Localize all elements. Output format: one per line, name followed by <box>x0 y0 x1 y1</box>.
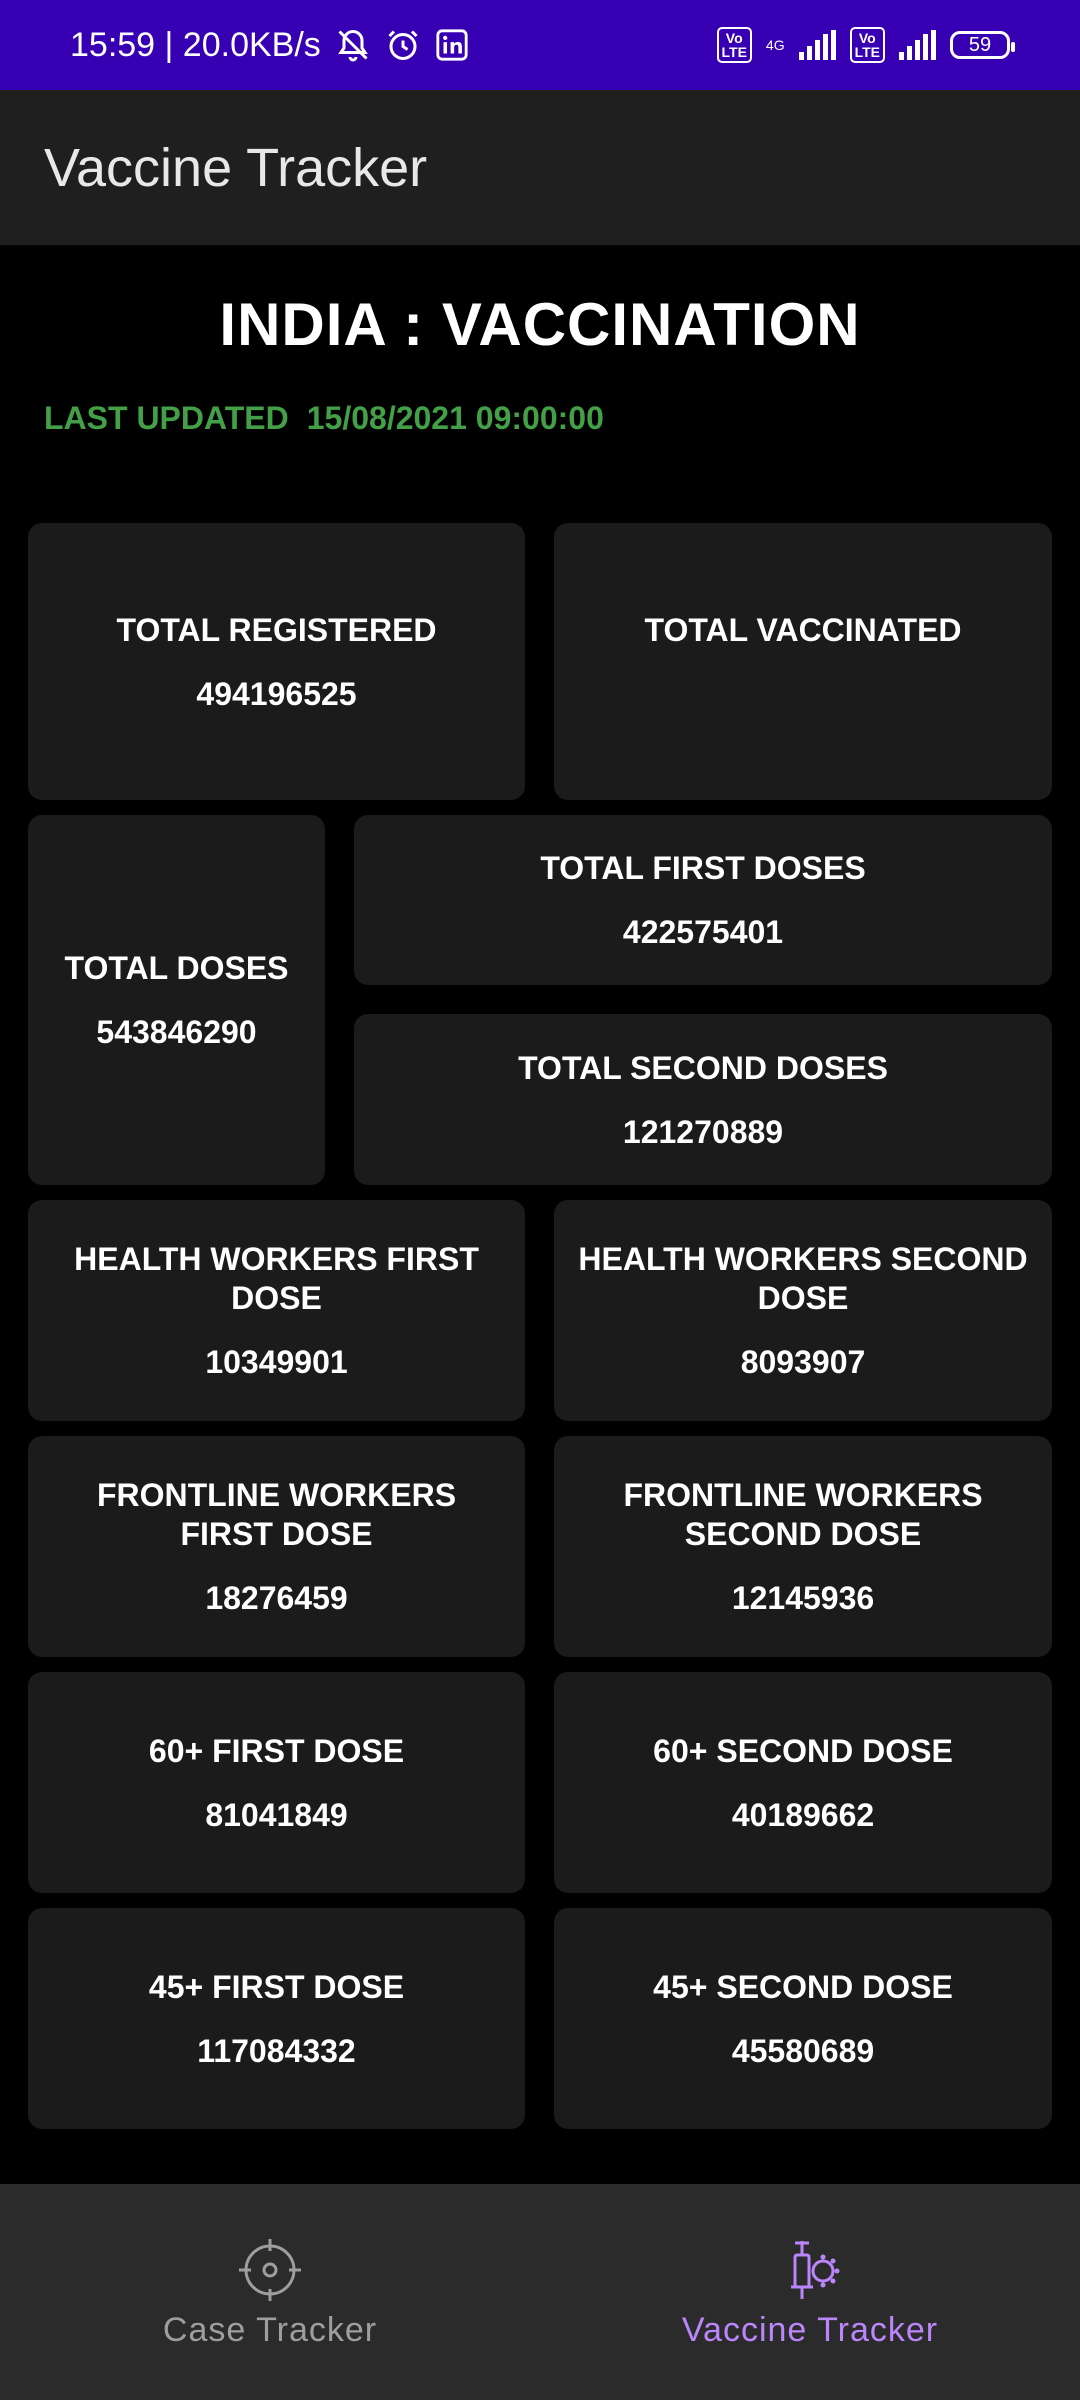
card-value: 10349901 <box>205 1344 348 1380</box>
card-label: TOTAL VACCINATED <box>644 612 962 648</box>
nav-label-case-tracker: Case Tracker <box>162 2310 378 2349</box>
card-value: 117084332 <box>197 2032 356 2069</box>
status-bar: 15:59 | 20.0KB/s Vo LTE 4G Vo LTE 59 <box>0 0 1080 90</box>
card-value: 543846290 <box>96 1014 257 1050</box>
crosshair-icon <box>235 2235 305 2305</box>
bell-off-icon <box>335 27 371 63</box>
alarm-icon <box>385 27 421 63</box>
card-label: TOTAL REGISTERED <box>116 611 437 648</box>
card-label: FRONTLINE WORKERS FIRST DOSE <box>96 1477 457 1552</box>
nav-case-tracker[interactable]: Case Tracker <box>0 2184 540 2400</box>
network-type: 4G <box>765 37 785 53</box>
card-value: 121270889 <box>622 1113 784 1150</box>
nav-label-vaccine-tracker: Vaccine Tracker <box>681 2310 939 2349</box>
card-value: 81041849 <box>205 1796 348 1833</box>
app-bar: Vaccine Tracker <box>0 90 1080 245</box>
total-registered-card: TOTAL REGISTERED 494196525 <box>28 523 525 800</box>
frontline-workers-second-dose-card: FRONTLINE WORKERS SECOND DOSE 12145936 <box>554 1436 1052 1657</box>
total-doses-card: TOTAL DOSES 543846290 <box>28 815 325 1185</box>
bottom-navigation: Case Tracker Vaccine Tracker <box>0 2184 1080 2400</box>
page-title: INDIA : VACCINATION <box>219 291 861 358</box>
battery-level: 59 <box>968 33 992 56</box>
signal-icon <box>798 30 836 60</box>
age-60-first-dose-card: 60+ FIRST DOSE 81041849 <box>28 1672 525 1893</box>
card-label: FRONTLINE WORKERS SECOND DOSE <box>623 1477 983 1552</box>
status-time-speed: 15:59 | 20.0KB/s <box>70 25 321 64</box>
volte-badge: Vo LTE <box>716 27 752 63</box>
nav-vaccine-tracker[interactable]: Vaccine Tracker <box>540 2184 1080 2400</box>
card-label: 60+ SECOND DOSE <box>653 1732 953 1769</box>
card-value: 45580689 <box>731 2032 875 2069</box>
card-value: 494196525 <box>196 675 357 712</box>
signal-icon-2 <box>899 30 936 60</box>
age-60-second-dose-card: 60+ SECOND DOSE 40189662 <box>554 1672 1052 1893</box>
card-label: HEALTH WORKERS FIRST DOSE <box>74 1241 479 1316</box>
card-value: 12145936 <box>731 1580 875 1616</box>
last-updated-label: LAST UPDATED <box>44 400 289 436</box>
app-title: Vaccine Tracker <box>44 137 428 198</box>
card-value: 422575401 <box>622 914 784 950</box>
total-vaccinated-card: TOTAL VACCINATED <box>554 523 1052 800</box>
battery-icon: 59 <box>950 31 1015 59</box>
volte-badge-2: Vo LTE <box>849 27 885 63</box>
card-label: 45+ SECOND DOSE <box>653 1968 953 2005</box>
last-updated: LAST UPDATED 15/08/2021 09:00:00 <box>44 400 604 437</box>
card-label: TOTAL SECOND DOSES <box>518 1049 888 1086</box>
age-45-first-dose-card: 45+ FIRST DOSE 117084332 <box>28 1908 525 2129</box>
card-label: TOTAL DOSES <box>64 950 289 986</box>
card-label: 45+ FIRST DOSE <box>148 1968 405 2005</box>
card-label: HEALTH WORKERS SECOND DOSE <box>578 1241 1028 1316</box>
card-label: 60+ FIRST DOSE <box>148 1732 405 1769</box>
card-label: TOTAL FIRST DOSES <box>540 850 866 886</box>
age-45-second-dose-card: 45+ SECOND DOSE 45580689 <box>554 1908 1052 2129</box>
total-second-doses-card: TOTAL SECOND DOSES 121270889 <box>354 1014 1052 1185</box>
card-value: 8093907 <box>740 1344 866 1380</box>
frontline-workers-first-dose-card: FRONTLINE WORKERS FIRST DOSE 18276459 <box>28 1436 525 1657</box>
linkedin-icon <box>435 28 469 62</box>
total-first-doses-card: TOTAL FIRST DOSES 422575401 <box>354 815 1052 985</box>
card-value: 18276459 <box>205 1580 348 1616</box>
health-workers-first-dose-card: HEALTH WORKERS FIRST DOSE 10349901 <box>28 1200 525 1421</box>
health-workers-second-dose-card: HEALTH WORKERS SECOND DOSE 8093907 <box>554 1200 1052 1421</box>
last-updated-value: 15/08/2021 09:00:00 <box>306 400 604 436</box>
vaccine-syringe-icon <box>775 2235 845 2305</box>
card-value: 40189662 <box>731 1796 875 1833</box>
